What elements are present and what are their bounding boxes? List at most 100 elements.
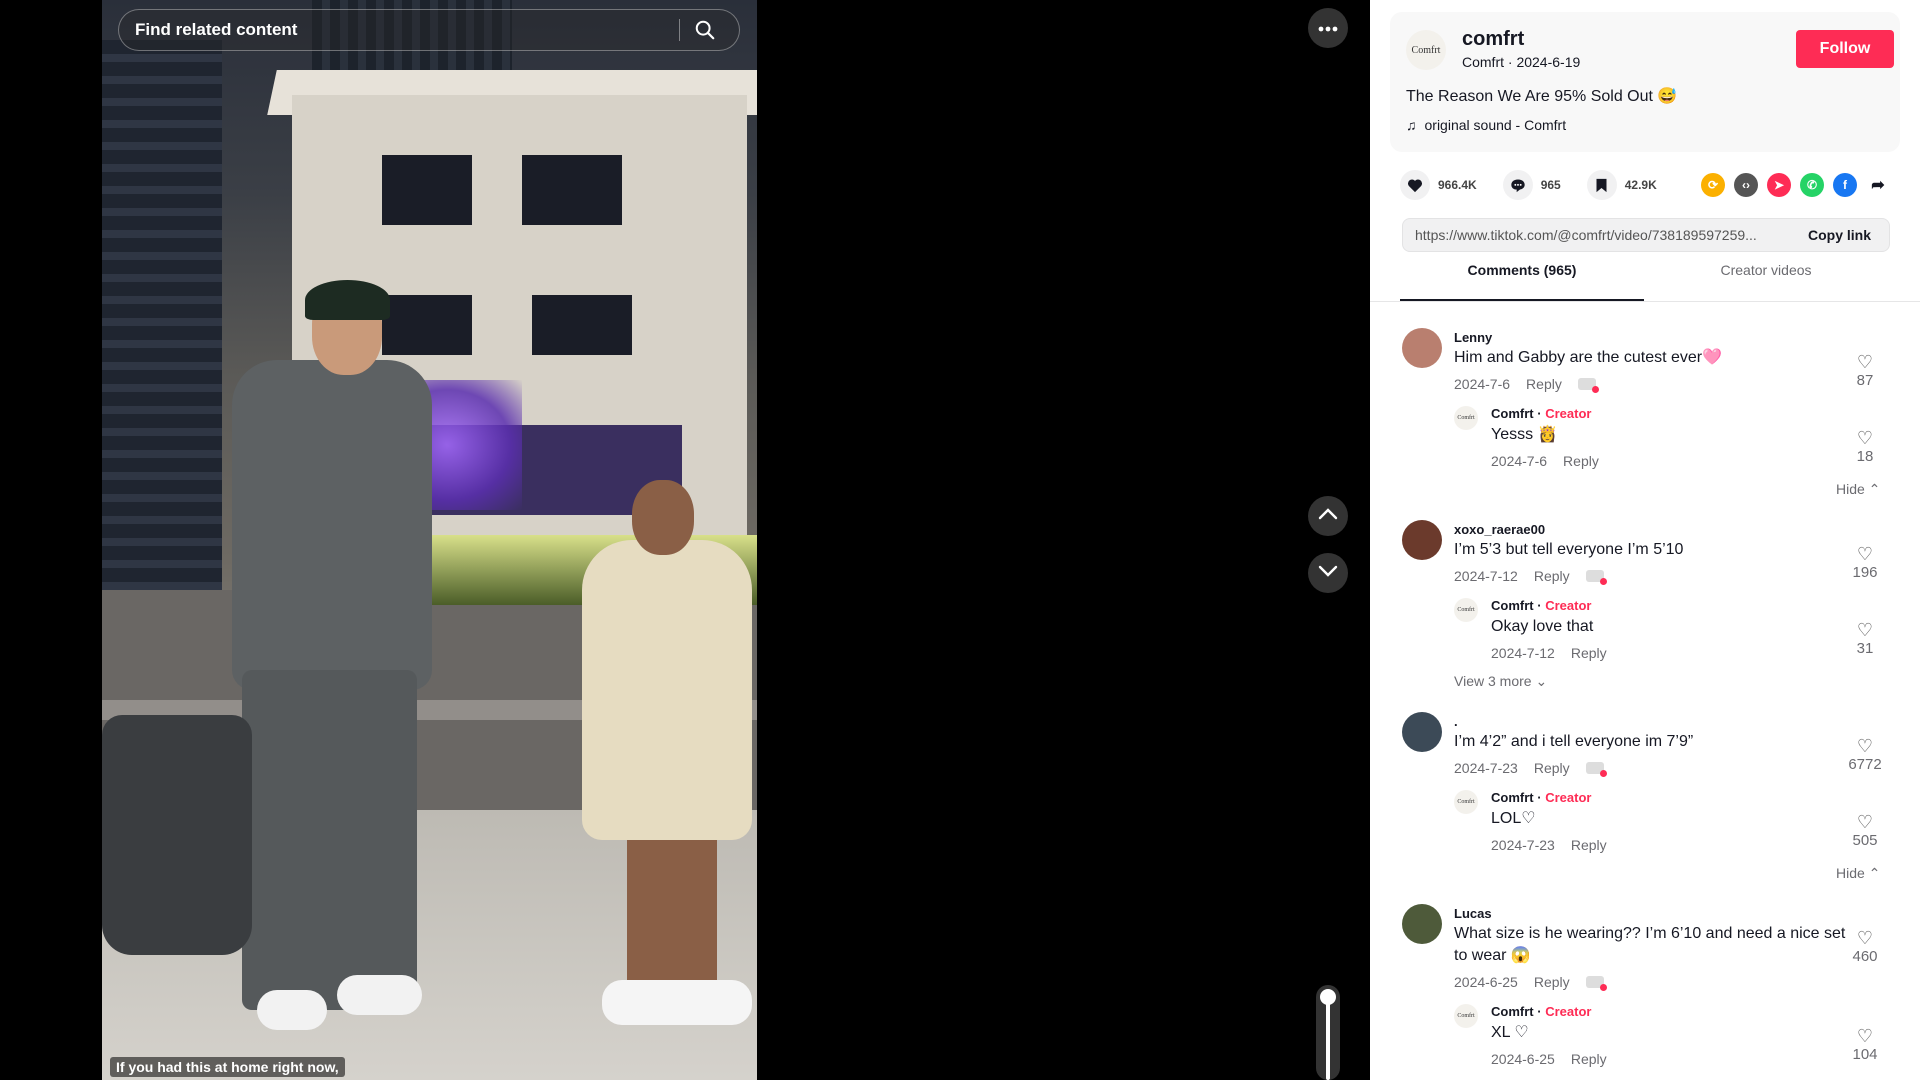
volume-slider[interactable] [1316,985,1340,1080]
reply-date: 2024-6-25 [1491,1051,1555,1067]
gift-icon[interactable] [1585,976,1607,991]
tab-creator-videos[interactable]: Creator videos [1644,262,1888,301]
reply-button[interactable]: Reply [1571,1051,1607,1067]
reply-text: Yesss 👸 [1491,426,1558,443]
send-icon[interactable]: ➤ [1767,173,1791,197]
next-video-button[interactable] [1308,553,1348,593]
heart-icon[interactable]: ♡ [1845,352,1885,372]
reply-date: 2024-7-12 [1491,645,1555,661]
heart-icon[interactable]: ♡ [1845,812,1885,832]
reply-text: LOL♡ [1491,810,1536,827]
whatsapp-icon[interactable]: ✆ [1800,173,1824,197]
heart-icon[interactable]: ♡ [1845,428,1885,448]
more-options-button[interactable] [1308,8,1348,48]
author-card: Comfrt comfrt Comfrt · 2024-6-19 Follow … [1390,12,1900,152]
avatar[interactable]: Comfrt [1454,790,1478,814]
reply-button[interactable]: Reply [1571,837,1607,853]
save-stat[interactable]: 42.9K [1586,170,1657,200]
comment-username[interactable]: xoxo_raerae00 [1454,522,1545,537]
facebook-icon[interactable]: f [1833,173,1857,197]
heart-icon[interactable]: ♡ [1845,620,1885,640]
reply-button[interactable]: Reply [1534,760,1570,776]
search-input[interactable] [119,20,679,40]
avatar[interactable] [1402,328,1442,368]
embed-icon[interactable]: ‹› [1734,173,1758,197]
bookmark-icon[interactable] [1586,170,1617,200]
comment-like[interactable]: ♡ 6772 [1845,736,1885,773]
reply-button[interactable]: Reply [1571,645,1607,661]
avatar[interactable]: Comfrt [1454,1004,1478,1028]
comment-date: 2024-7-23 [1454,760,1518,776]
sound-label: original sound - Comfrt [1424,117,1567,133]
comment-stat[interactable]: 965 [1502,170,1561,200]
comment-date: 2024-7-12 [1454,568,1518,584]
reply-button[interactable]: Reply [1534,974,1570,990]
heart-icon[interactable]: ♡ [1845,544,1885,564]
reply-username[interactable]: Comfrt · Creator [1491,598,1591,613]
comment-text: I’m 4’2” and i tell everyone im 7’9” [1454,733,1694,750]
details-panel: Comfrt comfrt Comfrt · 2024-6-19 Follow … [1370,0,1920,1080]
comment-username[interactable]: . [1454,714,1458,729]
hide-replies-button[interactable]: Hide ⌃ [1836,865,1880,882]
comment-like[interactable]: ♡ 196 [1845,544,1885,581]
reply-like[interactable]: ♡ 31 [1845,620,1885,657]
reply-button[interactable]: Reply [1526,376,1562,392]
volume-track [1326,997,1330,1080]
gift-icon[interactable] [1585,762,1607,777]
tote-bag [102,715,252,955]
heart-icon[interactable]: ♡ [1845,736,1885,756]
hide-replies-button[interactable]: Hide ⌃ [1836,481,1880,498]
repost-icon[interactable]: ⟳ [1701,173,1725,197]
comment-username[interactable]: Lenny [1454,330,1492,345]
reply-username[interactable]: Comfrt · Creator [1491,406,1591,421]
reply-like[interactable]: ♡ 104 [1845,1026,1885,1063]
like-count: 196 [1852,564,1878,581]
avatar[interactable]: Comfrt [1454,406,1478,430]
reply-like[interactable]: ♡ 505 [1845,812,1885,849]
reply-like[interactable]: ♡ 18 [1845,428,1885,465]
reply-username[interactable]: Comfrt · Creator [1491,790,1591,805]
copy-link-button[interactable]: Copy link [1794,227,1889,243]
heart-icon[interactable]: ♡ [1845,928,1885,948]
comment-meta: 2024-7-12 Reply [1454,568,1607,585]
gift-icon[interactable] [1577,378,1599,393]
avatar[interactable]: Comfrt [1454,598,1478,622]
avatar[interactable] [1402,712,1442,752]
comment-like[interactable]: ♡ 460 [1845,928,1885,965]
video-player[interactable] [102,0,757,1080]
like-count: 505 [1852,832,1878,849]
sound-link[interactable]: ♫ original sound - Comfrt [1406,117,1566,133]
like-stat[interactable]: 966.4K [1400,170,1477,200]
reply-button[interactable]: Reply [1534,568,1570,584]
gift-icon[interactable] [1585,570,1607,585]
reply-meta: 2024-7-6 Reply [1491,453,1599,469]
comment-date: 2024-7-6 [1454,376,1511,392]
tab-comments[interactable]: Comments (965) [1400,262,1644,301]
comment-meta: 2024-7-23 Reply [1454,760,1607,777]
view-more-replies[interactable]: View 3 more ⌄ [1454,673,1547,690]
author-avatar[interactable]: Comfrt [1406,30,1446,70]
video-stage: If you had this at home right now, [0,0,1370,1080]
avatar[interactable] [1402,904,1442,944]
comment-icon[interactable] [1502,170,1533,200]
volume-knob[interactable] [1320,989,1336,1005]
previous-video-button[interactable] [1308,496,1348,536]
like-count: 87 [1856,372,1874,389]
follow-button[interactable]: Follow [1796,30,1894,68]
reply-button[interactable]: Reply [1563,453,1599,469]
search-icon[interactable] [680,10,730,50]
reply-username[interactable]: Comfrt · Creator [1491,1004,1591,1019]
author-name[interactable]: comfrt [1462,28,1524,51]
comment-like[interactable]: ♡ 87 [1845,352,1885,389]
comment-username[interactable]: Lucas [1454,906,1492,921]
share-arrow-icon[interactable]: ➦ [1866,173,1890,197]
reply-text: Okay love that [1491,618,1594,635]
like-count: 460 [1852,948,1878,965]
avatar[interactable] [1402,520,1442,560]
reply-meta: 2024-7-23 Reply [1491,837,1607,853]
reply-meta: 2024-7-12 Reply [1491,645,1607,661]
comment-count: 965 [1540,178,1561,192]
save-count: 42.9K [1624,178,1657,192]
heart-icon[interactable] [1400,170,1430,200]
heart-icon[interactable]: ♡ [1845,1026,1885,1046]
